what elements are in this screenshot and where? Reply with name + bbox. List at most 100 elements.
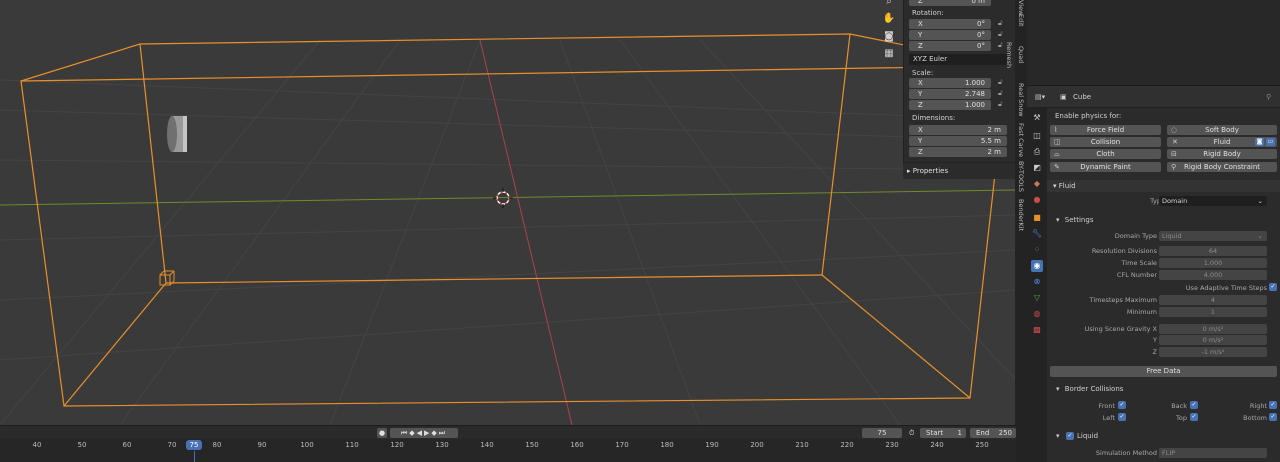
adaptive-time-steps-checkbox[interactable]: ✓ — [1269, 283, 1277, 291]
minimum-field[interactable]: 1 — [1159, 307, 1267, 317]
properties-subpanel-header[interactable]: ▸ Properties — [903, 162, 1015, 179]
rotation-x-field[interactable]: X 0° — [909, 19, 991, 29]
cfl-field[interactable]: 4.000 — [1159, 270, 1267, 280]
scale-y-field[interactable]: Y 2.748 — [909, 89, 991, 99]
bottom-checkbox[interactable]: ✓ — [1269, 413, 1277, 421]
data-icon[interactable]: ▽ — [1031, 292, 1043, 304]
simulation-method-select[interactable]: FLIP — [1159, 448, 1267, 458]
free-data-button[interactable]: Free Data — [1050, 366, 1277, 377]
render-icon[interactable]: ◫ — [1031, 130, 1043, 142]
texture-icon[interactable]: ▩ — [1031, 324, 1043, 336]
material-icon[interactable]: ◍ — [1031, 308, 1043, 320]
scale-z-field[interactable]: Z 1.000 — [909, 100, 991, 110]
cylinder-object[interactable] — [167, 116, 187, 152]
current-frame-field[interactable]: 75 — [862, 428, 902, 438]
lock-icon[interactable]: 🔓︎ — [998, 30, 1003, 39]
collision-icon: ◫ — [1054, 138, 1061, 146]
domain-cube-outline[interactable] — [20, 33, 1008, 407]
rotation-y-field[interactable]: Y 0° — [909, 30, 991, 40]
grid-icon[interactable]: ▦ — [881, 46, 897, 62]
dimensions-z-field[interactable]: Z 2 m — [909, 147, 1007, 157]
record-icon[interactable]: ● — [377, 428, 387, 438]
3d-viewport[interactable]: ⌕ ✋ ◙ ▦ — [0, 0, 1016, 425]
fluid-button[interactable]: ✕ Fluid ◙ ▭ — [1167, 137, 1277, 147]
time-scale-field[interactable]: 1.000 — [1159, 258, 1267, 268]
tab-fast-carve[interactable]: Fast Carve — [1015, 122, 1027, 158]
back-checkbox[interactable]: ✓ — [1190, 401, 1198, 409]
pan-hand-icon[interactable]: ✋ — [881, 11, 897, 27]
start-frame-field[interactable]: Start 1 — [920, 428, 966, 438]
modifier-wrench-icon[interactable]: 🔧︎ — [1031, 228, 1043, 240]
remove-x-icon[interactable]: ✕ — [1172, 137, 1178, 147]
tab-edit[interactable]: Edit — [1015, 10, 1027, 30]
object-properties-icon[interactable]: ■ — [1031, 212, 1043, 224]
scale-x-field[interactable]: X 1.000 — [909, 78, 991, 88]
domain-type-select[interactable]: Liquid ⌄ — [1159, 231, 1267, 241]
timeline-edge — [1016, 425, 1027, 462]
timesteps-max-field[interactable]: 4 — [1159, 295, 1267, 305]
settings-subpanel-header[interactable]: ▾ Settings — [1056, 216, 1093, 224]
sidebar-n-panel: Z 0 m Rotation: X 0° 🔓︎ Y 0° 🔓︎ Z 0° 🔓︎ … — [903, 0, 1015, 178]
type-label: Type — [1150, 197, 1165, 205]
border-collisions-header[interactable]: ▾ Border Collisions — [1056, 385, 1123, 393]
frame-tick: 110 — [345, 441, 359, 449]
y-axis-line — [0, 189, 1016, 206]
location-z-field[interactable]: Z 0 m — [909, 0, 991, 6]
right-checkbox[interactable]: ✓ — [1269, 401, 1277, 409]
pin-icon[interactable]: ⚲ — [1266, 93, 1271, 101]
dimensions-x-field[interactable]: X 2 m — [909, 125, 1007, 135]
front-checkbox[interactable]: ✓ — [1118, 401, 1126, 409]
soft-body-button[interactable]: ◌ Soft Body — [1167, 125, 1277, 135]
lock-icon[interactable]: 🔓︎ — [998, 78, 1003, 87]
world-icon[interactable]: ● — [1031, 194, 1043, 206]
collision-button[interactable]: ◫ Collision — [1050, 137, 1161, 147]
liquid-checkbox[interactable]: ✓ — [1066, 432, 1074, 440]
outliner-area[interactable] — [1027, 0, 1280, 86]
lock-icon[interactable]: 🔓︎ — [998, 100, 1003, 109]
lock-icon[interactable]: 🔓︎ — [998, 41, 1003, 50]
resolution-label: Resolution Divisions — [1091, 247, 1157, 255]
rotation-z-field[interactable]: Z 0° — [909, 41, 991, 51]
particles-icon[interactable]: ⁘ — [1031, 244, 1043, 256]
rigid-body-button[interactable]: ⊟ Rigid Body — [1167, 149, 1277, 159]
force-field-button[interactable]: ⌇ Force Field — [1050, 125, 1161, 135]
scene-canvas[interactable] — [0, 0, 1016, 425]
lock-icon[interactable]: 🔓︎ — [998, 19, 1003, 28]
dimensions-y-field[interactable]: Y 5.5 m — [909, 136, 1007, 146]
monitor-toggle-icon[interactable]: ▭ — [1266, 138, 1275, 146]
frame-tick: 130 — [435, 441, 449, 449]
tool-icon[interactable]: ⚒ — [1031, 112, 1043, 124]
output-icon[interactable]: ⎙ — [1031, 146, 1043, 158]
camera-toggle-icon[interactable]: ◙ — [1255, 138, 1264, 146]
dynamic-paint-button[interactable]: ✎ Dynamic Paint — [1050, 162, 1161, 172]
timeline-ruler[interactable]: 40 50 60 70 75 80 90 100 110 120 130 140… — [0, 439, 1016, 462]
end-frame-field[interactable]: End 250 — [970, 428, 1016, 438]
resolution-field[interactable]: 64 — [1159, 246, 1267, 256]
fluid-panel-header[interactable]: ▾ Fluid — [1047, 180, 1280, 192]
gravity-x-field[interactable]: 0 m/s² — [1159, 324, 1267, 334]
editor-type-icon[interactable]: ▤▾ — [1035, 93, 1045, 101]
tab-benderkit[interactable]: BenderKit — [1015, 198, 1027, 232]
stopwatch-icon[interactable]: ⏱ — [909, 429, 914, 438]
type-select[interactable]: Domain ⌄ — [1159, 196, 1267, 206]
playback-controls[interactable]: ⏮◆◀▶◆⏭ — [390, 428, 458, 438]
constraints-icon[interactable]: ⊗ — [1031, 276, 1043, 288]
tab-quad-remesh[interactable]: Quad Remesh — [1005, 33, 1027, 77]
gravity-y-field[interactable]: 0 m/s² — [1159, 335, 1267, 345]
rigid-body-constraint-button[interactable]: ⚲ Rigid Body Constraint — [1167, 162, 1277, 172]
tab-real-snow[interactable]: Real Snow — [1015, 82, 1027, 118]
liquid-subpanel-header[interactable]: ▾ — [1056, 432, 1060, 440]
camera-icon[interactable]: ◙ — [881, 29, 897, 45]
playhead-frame[interactable]: 75 — [186, 440, 202, 450]
lock-icon[interactable]: 🔓︎ — [998, 89, 1003, 98]
view-layer-icon[interactable]: ◩ — [1031, 162, 1043, 174]
scene-icon[interactable]: ◆ — [1031, 178, 1043, 190]
tab-view[interactable]: View — [1015, 0, 1027, 15]
cloth-button[interactable]: ⌓ Cloth — [1050, 149, 1161, 159]
physics-icon[interactable]: ◉ — [1031, 260, 1043, 272]
tab-by-tools[interactable]: BY-TOOLS — [1015, 160, 1027, 194]
left-checkbox[interactable]: ✓ — [1118, 413, 1126, 421]
rotation-mode-select[interactable]: XYZ Euler — [909, 54, 1007, 65]
top-checkbox[interactable]: ✓ — [1190, 413, 1198, 421]
gravity-z-field[interactable]: -1 m/s² — [1159, 347, 1267, 357]
